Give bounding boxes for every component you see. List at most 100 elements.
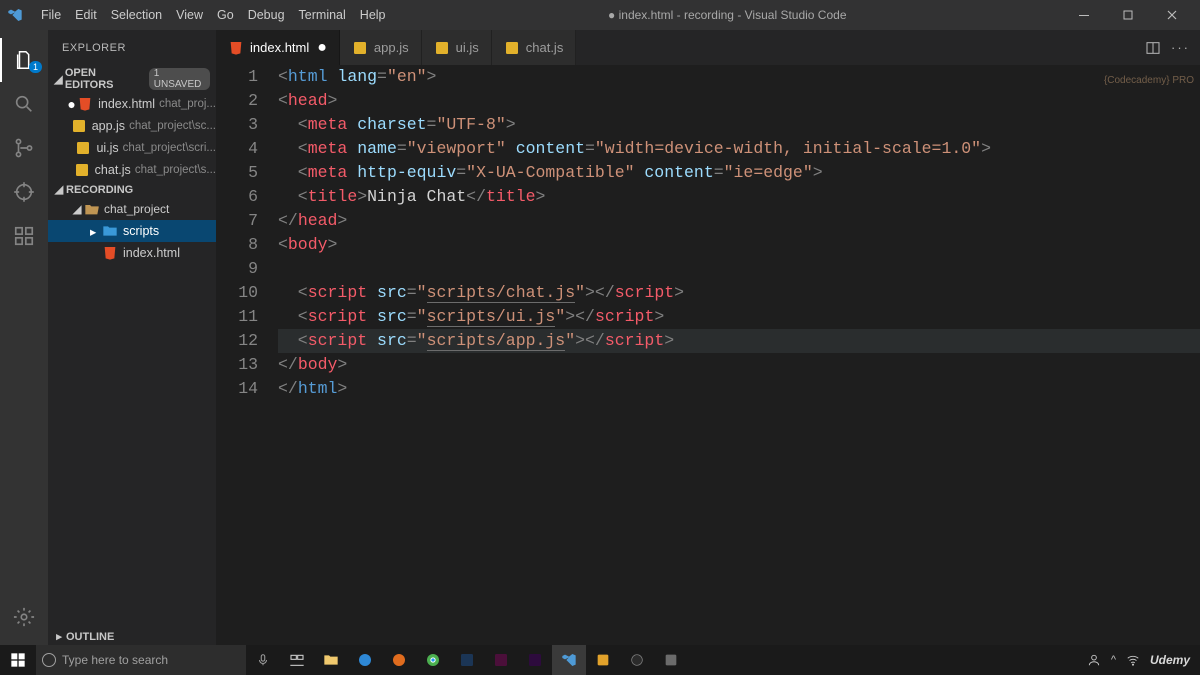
html-file-icon xyxy=(102,245,118,261)
project-tree: ◢ chat_project ▸ scripts index.html xyxy=(48,198,216,264)
editor-area: index.html●app.jsui.jschat.js ··· 123456… xyxy=(216,30,1200,645)
editor-body[interactable]: 1234567891011121314 {Codecademy} PRO <ht… xyxy=(216,65,1200,645)
open-editor-item[interactable]: app.jschat_project\sc... xyxy=(48,115,216,137)
activity-extensions-button[interactable] xyxy=(0,214,48,258)
line-number: 2 xyxy=(216,89,258,113)
open-editor-item[interactable]: ui.jschat_project\scri... xyxy=(48,137,216,159)
taskbar-generic-icon[interactable] xyxy=(654,645,688,675)
window-minimize-button[interactable] xyxy=(1062,0,1106,30)
taskbar-edge-icon[interactable] xyxy=(348,645,382,675)
js-file-icon xyxy=(74,162,90,178)
js-file-icon xyxy=(504,40,520,56)
taskbar-vscode-icon[interactable] xyxy=(552,645,586,675)
tray-chevron-up-icon[interactable]: ^ xyxy=(1111,654,1116,666)
menu-selection[interactable]: Selection xyxy=(104,8,169,22)
code-line[interactable]: <head> xyxy=(278,89,1200,113)
code-line[interactable]: <script src="scripts/ui.js"></script> xyxy=(278,305,1200,329)
task-view-button[interactable] xyxy=(280,645,314,675)
chevron-right-icon: ▸ xyxy=(90,224,102,239)
vscode-logo-icon xyxy=(6,6,24,24)
code-line[interactable]: <html lang="en"> xyxy=(278,65,1200,89)
code-line[interactable]: <title>Ninja Chat</title> xyxy=(278,185,1200,209)
taskbar-premiere-icon[interactable] xyxy=(518,645,552,675)
open-editor-item[interactable]: chat.js chat_project\s... xyxy=(48,159,216,181)
menu-help[interactable]: Help xyxy=(353,8,393,22)
activity-bar: 1 xyxy=(0,30,48,645)
taskbar-sublime-icon[interactable] xyxy=(586,645,620,675)
outline-pane-header[interactable]: ▸ OUTLINE xyxy=(48,628,216,645)
tray-wifi-icon[interactable] xyxy=(1126,653,1140,667)
open-editors-list: ●index.htmlchat_proj...app.jschat_projec… xyxy=(48,93,216,181)
line-number: 3 xyxy=(216,113,258,137)
menu-file[interactable]: File xyxy=(34,8,68,22)
explorer-badge: 1 xyxy=(29,61,42,73)
tab-label: app.js xyxy=(374,40,409,55)
line-gutter: 1234567891011121314 xyxy=(216,65,278,645)
sidebar-title: EXPLORER xyxy=(48,30,216,65)
activity-settings-button[interactable] xyxy=(0,595,48,639)
window-maximize-button[interactable] xyxy=(1106,0,1150,30)
activity-search-button[interactable] xyxy=(0,82,48,126)
folder-label: scripts xyxy=(123,224,159,238)
js-file-icon xyxy=(71,118,87,134)
line-number: 10 xyxy=(216,281,258,305)
taskbar-photoshop-icon[interactable] xyxy=(450,645,484,675)
tab-index-html[interactable]: index.html● xyxy=(216,30,340,65)
code-line[interactable]: </head> xyxy=(278,209,1200,233)
window-controls xyxy=(1062,0,1194,30)
tab-chat-js[interactable]: chat.js xyxy=(492,30,577,65)
menu-debug[interactable]: Debug xyxy=(241,8,292,22)
taskbar-xd-icon[interactable] xyxy=(484,645,518,675)
line-number: 14 xyxy=(216,377,258,401)
tab-ui-js[interactable]: ui.js xyxy=(422,30,492,65)
code-line[interactable]: </html> xyxy=(278,377,1200,401)
file-label: chat.js xyxy=(95,163,131,177)
line-number: 13 xyxy=(216,353,258,377)
line-number: 1 xyxy=(216,65,258,89)
code-line[interactable]: <body> xyxy=(278,233,1200,257)
file-index-html[interactable]: index.html xyxy=(48,242,216,264)
search-placeholder: Type here to search xyxy=(62,653,168,667)
tab-app-js[interactable]: app.js xyxy=(340,30,422,65)
folder-label: chat_project xyxy=(104,202,169,216)
code-line[interactable] xyxy=(278,257,1200,281)
code-line[interactable]: <meta name="viewport" content="width=dev… xyxy=(278,137,1200,161)
more-actions-button[interactable]: ··· xyxy=(1171,40,1190,55)
code-line[interactable]: <script src="scripts/app.js"></script> xyxy=(278,329,1200,353)
activity-explorer-button[interactable]: 1 xyxy=(0,38,48,82)
window-close-button[interactable] xyxy=(1150,0,1194,30)
taskbar-firefox-icon[interactable] xyxy=(382,645,416,675)
tray-people-icon[interactable] xyxy=(1087,653,1101,667)
open-editors-label: OPEN EDITORS xyxy=(65,67,141,91)
open-editors-header[interactable]: ◢ OPEN EDITORS 1 UNSAVED xyxy=(48,65,216,93)
file-label: index.html xyxy=(98,97,155,111)
code-lines[interactable]: {Codecademy} PRO <html lang="en"><head> … xyxy=(278,65,1200,645)
taskbar-explorer-icon[interactable] xyxy=(314,645,348,675)
taskbar-chrome-icon[interactable] xyxy=(416,645,450,675)
code-line[interactable]: <script src="scripts/chat.js"></script> xyxy=(278,281,1200,305)
start-button[interactable] xyxy=(0,645,36,675)
file-path-label: chat_project\scri... xyxy=(123,142,216,154)
code-line[interactable]: <meta http-equiv="X-UA-Compatible" conte… xyxy=(278,161,1200,185)
activity-debug-button[interactable] xyxy=(0,170,48,214)
project-pane-header[interactable]: ◢ RECORDING xyxy=(48,181,216,198)
tray-brand-label: Udemy xyxy=(1150,653,1190,667)
activity-source-control-button[interactable] xyxy=(0,126,48,170)
folder-chat-project[interactable]: ◢ chat_project xyxy=(48,198,216,220)
folder-scripts[interactable]: ▸ scripts xyxy=(48,220,216,242)
split-editor-button[interactable] xyxy=(1145,40,1161,56)
menu-terminal[interactable]: Terminal xyxy=(292,8,353,22)
line-number: 7 xyxy=(216,209,258,233)
unsaved-badge: 1 UNSAVED xyxy=(149,68,210,90)
file-path-label: chat_project\s... xyxy=(135,164,216,176)
open-editor-item[interactable]: ●index.htmlchat_proj... xyxy=(48,93,216,115)
menu-go[interactable]: Go xyxy=(210,8,241,22)
taskbar-obs-icon[interactable] xyxy=(620,645,654,675)
menu-view[interactable]: View xyxy=(169,8,210,22)
menu-edit[interactable]: Edit xyxy=(68,8,104,22)
cortana-mic-button[interactable] xyxy=(246,645,280,675)
taskbar-search[interactable]: Type here to search xyxy=(36,645,246,675)
code-line[interactable]: </body> xyxy=(278,353,1200,377)
outline-label: OUTLINE xyxy=(66,631,114,643)
code-line[interactable]: <meta charset="UTF-8"> xyxy=(278,113,1200,137)
